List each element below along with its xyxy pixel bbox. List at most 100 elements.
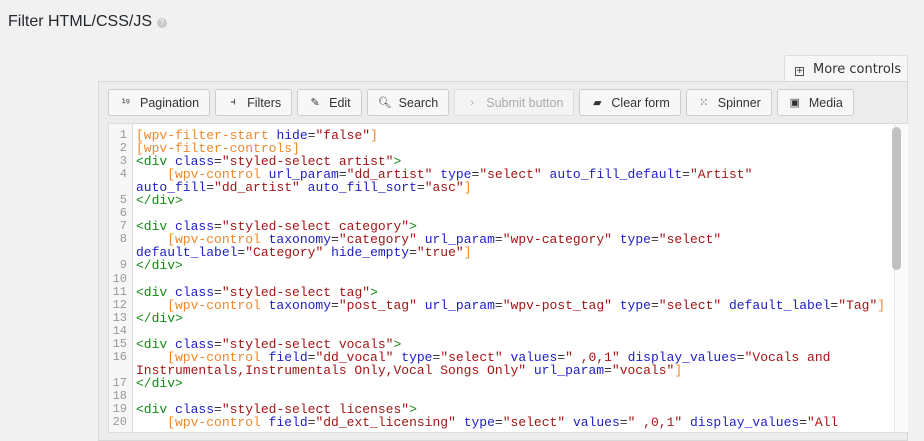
code-line: 12 [wpv-control taxonomy = "post_tag" url_… — [109, 297, 886, 313]
code-editor[interactable]: 1 [wpv-filter-start hide = "false"] 2 [wpv-fi… — [108, 123, 908, 433]
submit-button-button: › Submit button — [454, 89, 575, 116]
code-token: " ,0,1" — [627, 415, 690, 431]
plus-square-icon: + — [795, 66, 804, 76]
code-token: = — [471, 167, 480, 183]
more-controls-label: More controls — [813, 62, 902, 77]
code-token: "dd_ext_licensing" — [315, 415, 464, 431]
code-token: = — [432, 349, 441, 365]
code-token: = — [307, 349, 316, 365]
scrollbar-thumb[interactable] — [892, 127, 901, 270]
code-token: ] — [370, 128, 378, 143]
code-token: = — [416, 180, 425, 196]
editor-toolbar: ¹⁹ Pagination ⫞ Filters ✎ Edit 🔍︎ Search › Submit… — [108, 89, 854, 116]
code-token: field — [268, 415, 308, 431]
code-token: = — [409, 245, 417, 261]
code-token: default_label — [729, 297, 831, 313]
code-token: "Category" — [245, 245, 332, 261]
line-number: 13 — [112, 310, 127, 325]
line-number: 14 — [112, 323, 127, 338]
code-token: = — [650, 232, 659, 248]
search-button[interactable]: 🔍︎ Search — [366, 89, 450, 116]
edit-button[interactable]: ✎ Edit — [297, 89, 362, 116]
code-token: </div> — [136, 375, 183, 391]
code-token: = — [237, 245, 246, 261]
code-token: "select" — [658, 232, 722, 248]
code-token: "wpv-post_tag" — [502, 297, 620, 313]
code-token: "Vocals and — [744, 349, 831, 365]
more-controls-button[interactable]: + More controls — [784, 55, 908, 82]
code-token: class — [175, 284, 215, 300]
code-token: type — [401, 349, 433, 365]
button-label: Clear form — [611, 95, 670, 110]
code-token: = — [494, 297, 503, 313]
code-token: auto_fill_sort — [307, 180, 417, 196]
code-token: "select" — [440, 349, 511, 365]
search-icon: 🔍︎ — [377, 97, 392, 109]
code-line: default_label = "Category" hide_empty = "tru… — [109, 246, 885, 259]
code-token: hide_empty — [331, 245, 410, 261]
button-label: Media — [808, 95, 843, 110]
media-button[interactable]: ▣ Media — [776, 89, 854, 116]
code-token: taxonomy — [268, 297, 332, 313]
code-token: "select" — [658, 297, 729, 313]
code-token: ] — [674, 362, 683, 378]
code-token: = — [799, 415, 808, 431]
code-token: "dd_artist" — [214, 180, 308, 196]
code-token: "dd_vocal" — [315, 349, 402, 365]
code-token: = — [307, 415, 316, 431]
code-token: > — [393, 336, 402, 352]
line-number: 8 — [119, 232, 127, 247]
code-token: "styled-select vocals" — [221, 336, 394, 352]
code-line: 20 [wpv-control field = "dd_ext_licensing"… — [109, 415, 885, 431]
code-token: "Artist" — [689, 167, 753, 183]
clear-form-button[interactable]: ▰ Clear form — [579, 89, 681, 116]
code-token: = — [736, 349, 745, 365]
code-token: = — [604, 362, 612, 378]
code-token: "All — [807, 415, 839, 431]
line-number: 11 — [112, 284, 127, 299]
spinner-icon: ⁙ — [699, 97, 709, 109]
section-title-text: Filter HTML/CSS/JS — [8, 13, 153, 30]
code-token: type — [463, 415, 495, 431]
code-token: = — [206, 180, 215, 196]
code-token: url_param — [424, 297, 495, 313]
code-line: 13 </div> — [109, 310, 885, 325]
code-content[interactable]: 1 [wpv-filter-start hide = "false"] 2 [wpv-fi… — [109, 128, 886, 431]
scrollbar-track[interactable] — [892, 124, 908, 432]
code-token: values — [572, 415, 620, 431]
code-token: "styled-select tag" — [221, 284, 371, 300]
spinner-button[interactable]: ⁙ Spinner — [685, 89, 772, 116]
code-token: display_values — [689, 415, 800, 431]
code-token: = — [494, 415, 503, 431]
code-line: 16 [wpv-control field = "dd_vocal" type = "s… — [109, 349, 885, 365]
button-label: Submit button — [486, 95, 564, 110]
code-token: class — [175, 336, 215, 352]
line-number: 16 — [112, 349, 127, 364]
code-token: "select" — [479, 167, 550, 183]
code-line: 14 — [109, 323, 885, 338]
button-label: Edit — [329, 95, 351, 110]
code-token: </div> — [136, 258, 183, 274]
code-token: ] — [463, 180, 472, 196]
button-label: Search — [398, 95, 439, 110]
code-line: 11 <div class = "styled-select tag" > — [109, 284, 885, 300]
code-token: type — [619, 297, 651, 313]
filters-icon: ⫞ — [230, 96, 236, 108]
code-token: = — [214, 284, 222, 300]
code-token: url_param — [533, 362, 605, 378]
line-number: 10 — [112, 271, 127, 286]
question-circle-icon[interactable]: ? — [157, 18, 168, 28]
line-number: 9 — [119, 258, 127, 273]
edit-icon: ✎ — [310, 97, 320, 109]
code-token: ] — [877, 297, 886, 313]
code-token: type — [619, 232, 651, 248]
code-token: values — [510, 349, 558, 365]
code-line: Instrumentals,Instrumentals Only,Vocal S… — [109, 364, 885, 377]
code-token: "Tag" — [838, 297, 878, 313]
filters-button[interactable]: ⫞ Filters — [215, 89, 293, 116]
pagination-button[interactable]: ¹⁹ Pagination — [108, 89, 211, 116]
code-token: [wpv-control — [136, 415, 269, 431]
code-token: "wpv-category" — [502, 232, 620, 248]
code-token: = — [650, 297, 659, 313]
code-token: = — [307, 128, 316, 143]
